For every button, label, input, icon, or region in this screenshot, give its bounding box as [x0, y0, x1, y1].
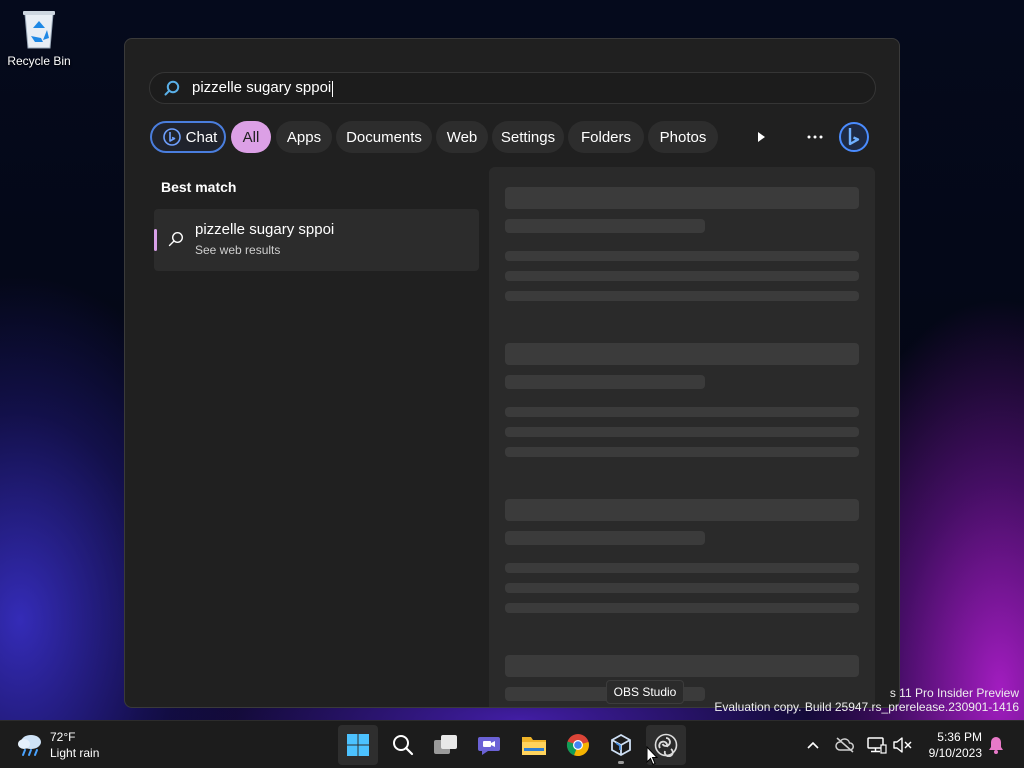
- bing-chat-button[interactable]: [838, 121, 870, 153]
- rain-cloud-icon: [18, 735, 41, 756]
- best-match-subtitle: See web results: [195, 243, 281, 257]
- chevron-up-icon: [807, 741, 819, 749]
- virtualbox-button[interactable]: [601, 725, 641, 765]
- weather-temperature: 72°F: [50, 730, 76, 744]
- filter-chip-apps-label: Apps: [286, 128, 322, 146]
- filter-chip-all[interactable]: All: [231, 121, 271, 153]
- network-monitor-icon: [867, 737, 887, 754]
- task-view-icon: [434, 735, 457, 754]
- taskbar-search-button[interactable]: [383, 725, 423, 765]
- search-input[interactable]: pizzelle sugary sppoi: [149, 72, 876, 104]
- show-hidden-icons-button[interactable]: [801, 733, 825, 757]
- best-match-title: pizzelle sugary sppoi: [195, 221, 335, 238]
- bing-logo-icon: [839, 122, 869, 152]
- network-tray-button[interactable]: [865, 733, 889, 757]
- clock-time: 5:36 PM: [937, 730, 982, 744]
- search-panel: pizzelle sugary sppoi Chat All Apps Docu…: [124, 38, 900, 708]
- skeleton-bar: [505, 427, 859, 437]
- skeleton-bar: [505, 447, 859, 457]
- recycle-bin-shortcut[interactable]: Recycle Bin: [6, 6, 72, 68]
- windows-logo-icon: [347, 734, 369, 756]
- recycle-bin-label: Recycle Bin: [7, 54, 71, 68]
- more-options-button[interactable]: [799, 121, 831, 153]
- filter-chip-documents[interactable]: Documents: [336, 121, 432, 153]
- skeleton-bar: [505, 219, 705, 233]
- start-button[interactable]: [338, 725, 378, 765]
- taskbar-clock[interactable]: 5:36 PM 9/10/2023: [918, 729, 982, 761]
- skeleton-bar: [505, 271, 859, 281]
- bell-icon: [989, 737, 1003, 754]
- filter-chip-folders-label: Folders: [580, 128, 632, 146]
- filter-chip-settings[interactable]: Settings: [492, 121, 564, 153]
- weather-condition: Light rain: [50, 746, 100, 760]
- filter-chip-all-label: All: [242, 128, 260, 146]
- virtualbox-cube-icon: [611, 733, 631, 757]
- skeleton-bar: [505, 499, 859, 521]
- filter-chip-apps[interactable]: Apps: [276, 121, 332, 153]
- file-explorer-button[interactable]: [514, 725, 554, 765]
- search-icon: [393, 735, 414, 756]
- filter-chip-chat[interactable]: Chat: [150, 121, 226, 153]
- selection-accent: [154, 229, 157, 251]
- best-match-result[interactable]: pizzelle sugary sppoi See web results: [154, 209, 479, 271]
- filter-chip-photos[interactable]: Photos: [648, 121, 718, 153]
- filter-chip-folders[interactable]: Folders: [568, 121, 644, 153]
- filter-chip-web-label: Web: [446, 128, 478, 146]
- skeleton-bar: [505, 583, 859, 593]
- text-caret: [332, 80, 334, 97]
- obs-studio-tooltip: OBS Studio: [606, 680, 684, 704]
- skeleton-bar: [505, 603, 859, 613]
- mouse-cursor-icon: [646, 746, 658, 766]
- skeleton-bar: [505, 563, 859, 573]
- filter-chip-documents-label: Documents: [346, 128, 422, 146]
- filter-chip-web[interactable]: Web: [436, 121, 488, 153]
- web-search-icon: [168, 231, 184, 247]
- clock-date: 9/10/2023: [928, 746, 982, 760]
- running-indicator: [618, 761, 624, 764]
- more-dots-icon: [807, 135, 823, 139]
- skeleton-bar: [505, 531, 705, 545]
- best-match-heading: Best match: [161, 179, 237, 195]
- skeleton-bar: [505, 655, 859, 677]
- play-arrow-icon: [758, 132, 765, 142]
- volume-tray-button[interactable]: [890, 733, 914, 757]
- filter-chip-photos-label: Photos: [659, 128, 707, 146]
- scroll-filters-button[interactable]: [745, 121, 777, 153]
- skeleton-bar: [505, 343, 859, 365]
- skeleton-bar: [505, 407, 859, 417]
- task-view-button[interactable]: [426, 725, 466, 765]
- filter-chip-chat-label: Chat: [185, 128, 218, 146]
- bing-icon: [162, 128, 181, 146]
- evaluation-watermark: s 11 Pro Insider Preview Evaluation copy…: [714, 686, 1019, 714]
- speaker-muted-icon: [893, 737, 912, 753]
- watermark-line-1: s 11 Pro Insider Preview: [889, 686, 1019, 700]
- weather-widget[interactable]: 72°F Light rain: [16, 729, 116, 761]
- chrome-button[interactable]: [558, 725, 598, 765]
- skeleton-bar: [505, 375, 705, 389]
- teams-chat-icon: [478, 737, 500, 755]
- watermark-line-2: Evaluation copy. Build 25947.rs_prerelea…: [714, 700, 1019, 714]
- filter-chip-settings-label: Settings: [500, 128, 556, 146]
- search-query-text: pizzelle sugary sppoi: [192, 79, 332, 97]
- skeleton-bar: [505, 187, 859, 209]
- skeleton-bar: [505, 291, 859, 301]
- onedrive-tray-button[interactable]: [833, 733, 857, 757]
- teams-chat-button[interactable]: [469, 725, 509, 765]
- chrome-icon: [566, 734, 589, 757]
- notifications-button[interactable]: [984, 733, 1008, 757]
- search-filter-bar: Chat All Apps Documents Web Settings Fol…: [150, 120, 880, 154]
- preview-pane-loading: [489, 167, 875, 707]
- skeleton-bar: [505, 251, 859, 261]
- taskbar: 72°F Light rain 5:36 PM 9/10/2023: [0, 720, 1024, 768]
- cloud-offline-icon: [835, 737, 854, 753]
- folder-icon: [522, 737, 546, 755]
- recycle-bin-icon: [23, 11, 55, 49]
- search-icon: [164, 80, 180, 96]
